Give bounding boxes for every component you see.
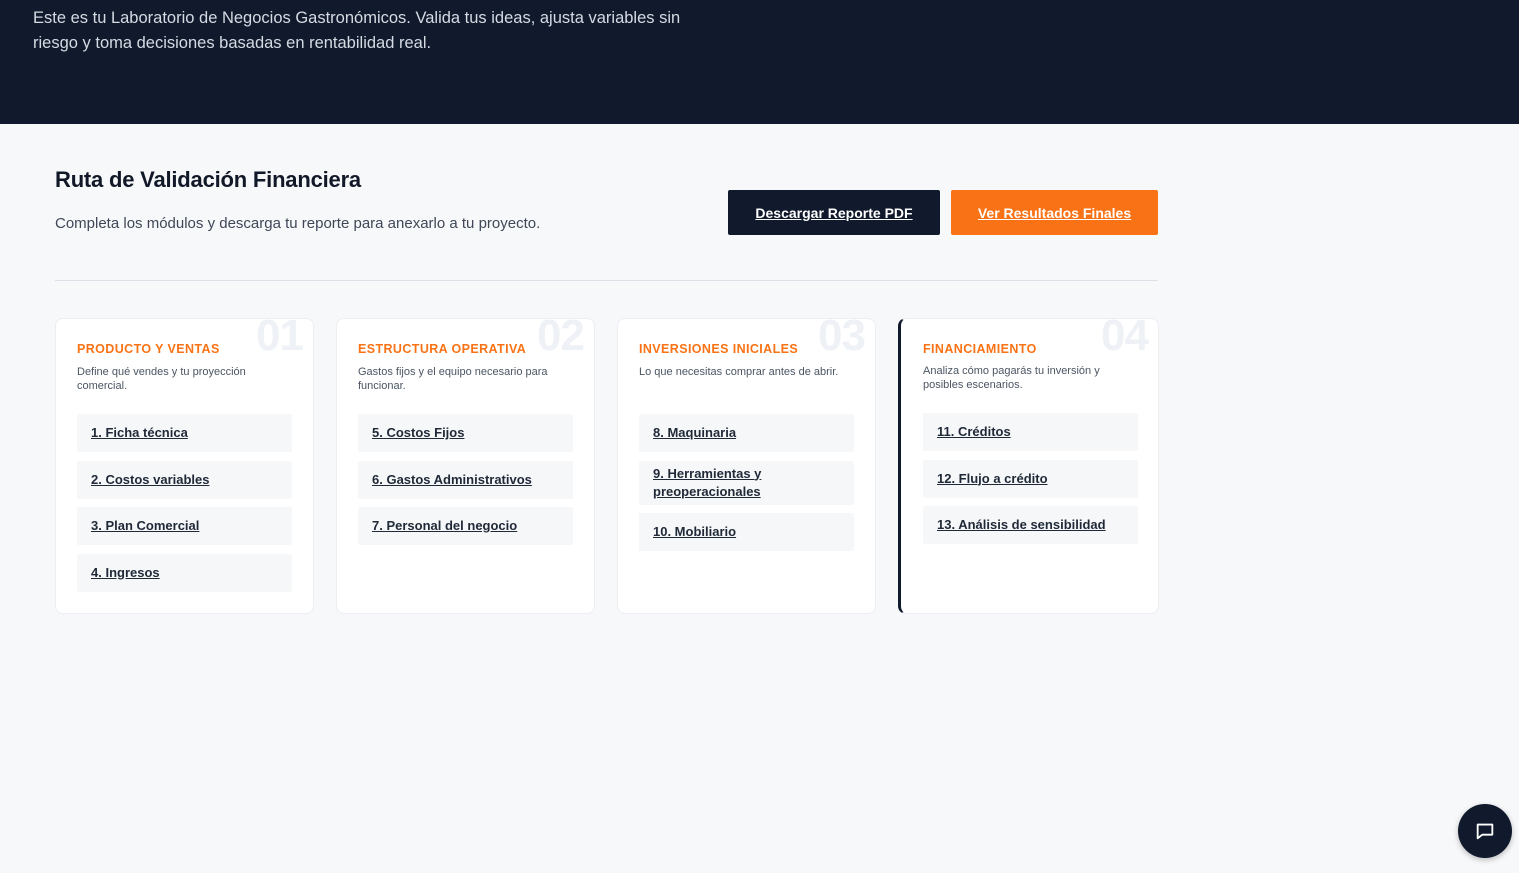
module-link-maquinaria[interactable]: 8. Maquinaria <box>639 414 854 452</box>
section-title: Ruta de Validación Financiera <box>55 167 361 192</box>
chat-bubble-icon <box>1476 823 1494 840</box>
section-subtitle: Completa los módulos y descarga tu repor… <box>55 215 541 232</box>
module-number: 03 <box>818 318 866 360</box>
module-link-ficha-tecnica[interactable]: 1. Ficha técnica <box>77 414 292 452</box>
module-link-costos-variables[interactable]: 2. Costos variables <box>77 460 292 499</box>
module-title: FINANCIAMIENTO <box>923 342 1037 356</box>
module-title: PRODUCTO Y VENTAS <box>77 342 220 356</box>
module-description: Lo que necesitas comprar antes de abrir. <box>639 366 839 378</box>
module-number: 04 <box>1101 318 1149 360</box>
view-results-button[interactable]: Ver Resultados Finales <box>951 190 1158 235</box>
module-link-herramientas[interactable]: 9. Herramientas y preoperacionales <box>639 460 854 505</box>
chat-button[interactable] <box>1458 804 1512 858</box>
module-number: 02 <box>537 318 585 360</box>
module-number: 01 <box>256 318 304 360</box>
module-title: INVERSIONES INICIALES <box>639 342 799 356</box>
module-link-flujo-credito[interactable]: 12. Flujo a crédito <box>923 459 1138 498</box>
module-card-producto: 01 PRODUCTO Y VENTAS Define qué vendes y… <box>55 318 314 614</box>
module-link-mobiliario[interactable]: 10. Mobiliario <box>639 513 854 551</box>
module-link-creditos[interactable]: 11. Créditos <box>923 413 1138 451</box>
module-card-financiamiento: 04 FINANCIAMIENTO Analiza cómo pagarás t… <box>898 318 1159 614</box>
module-link-plan-comercial[interactable]: 3. Plan Comercial <box>77 507 292 545</box>
module-link-costos-fijos[interactable]: 5. Costos Fijos <box>358 414 573 452</box>
module-link-list: 5. Costos Fijos 6. Gastos Administrativo… <box>358 414 573 554</box>
module-link-ingresos[interactable]: 4. Ingresos <box>77 553 292 592</box>
download-pdf-button[interactable]: Descargar Reporte PDF <box>728 190 940 235</box>
module-link-list: 1. Ficha técnica 2. Costos variables 3. … <box>77 414 292 600</box>
module-link-personal[interactable]: 7. Personal del negocio <box>358 507 573 545</box>
hero-banner: Este es tu Laboratorio de Negocios Gastr… <box>0 0 1519 124</box>
module-link-list: 8. Maquinaria 9. Herramientas y preopera… <box>639 414 854 560</box>
module-title: ESTRUCTURA OPERATIVA <box>358 342 527 356</box>
module-card-estructura: 02 ESTRUCTURA OPERATIVA Gastos fijos y e… <box>336 318 595 614</box>
module-link-gastos-administrativos[interactable]: 6. Gastos Administrativos <box>358 460 573 499</box>
module-card-inversiones: 03 INVERSIONES INICIALES Lo que necesita… <box>617 318 876 614</box>
module-description: Analiza cómo pagarás tu inversión y posi… <box>923 365 1100 391</box>
section-divider <box>55 280 1158 281</box>
module-link-list: 11. Créditos 12. Flujo a crédito 13. Aná… <box>923 413 1138 553</box>
hero-description: Este es tu Laboratorio de Negocios Gastr… <box>33 9 681 52</box>
module-description: Define qué vendes y tu proyección comerc… <box>77 366 246 392</box>
module-link-sensibilidad[interactable]: 13. Análisis de sensibilidad <box>923 506 1138 544</box>
module-description: Gastos fijos y el equipo necesario para … <box>358 366 548 392</box>
